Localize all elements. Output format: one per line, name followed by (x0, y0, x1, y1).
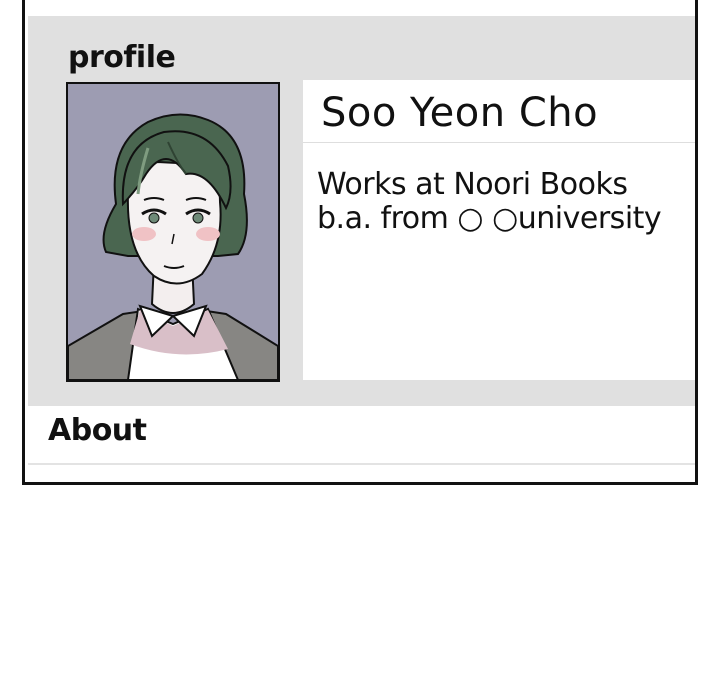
profile-name-row: Soo Yeon Cho (303, 80, 695, 143)
profile-info-card: Soo Yeon Cho Works at Noori Books b.a. f… (303, 80, 695, 380)
profile-portrait-illustration (68, 84, 278, 380)
profile-photo (66, 82, 280, 382)
profile-heading: profile (68, 40, 176, 75)
about-section[interactable]: About (28, 406, 695, 465)
profile-window: profile Soo Yeon Cho Works at Noori Book… (22, 0, 698, 485)
about-label: About (48, 413, 147, 448)
profile-panel: profile Soo Yeon Cho Works at Noori Book… (28, 16, 695, 406)
profile-occupation: Works at Noori Books (317, 167, 628, 202)
profile-education: b.a. from ○ ○university (317, 201, 662, 236)
profile-name: Soo Yeon Cho (321, 90, 599, 136)
profile-details: Works at Noori Books b.a. from ○ ○univer… (317, 167, 662, 236)
